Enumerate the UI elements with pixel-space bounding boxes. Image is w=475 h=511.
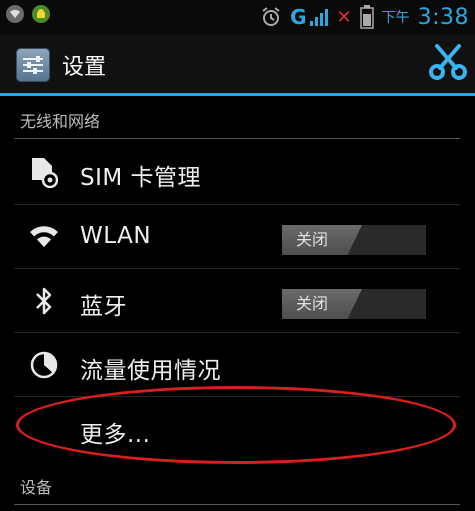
wlan-toggle-state: 关闭	[282, 225, 362, 255]
section-line-wireless	[14, 138, 460, 139]
settings-icon[interactable]	[16, 48, 50, 82]
wlan-label: WLAN	[80, 223, 152, 249]
bluetooth-icon	[28, 285, 60, 317]
signal-icon: G	[290, 5, 328, 29]
data-usage-label: 流量使用情况	[80, 358, 221, 384]
section-line-device	[14, 504, 460, 505]
wifi-status-icon	[6, 5, 24, 23]
action-bar: 设置	[0, 34, 475, 94]
wlan-toggle[interactable]: 关闭	[282, 225, 426, 255]
page-title: 设置	[62, 55, 107, 80]
no-sim-icon: ✕	[336, 6, 352, 28]
bluetooth-toggle[interactable]: 关闭	[282, 289, 426, 319]
battery-icon	[359, 5, 374, 29]
android-icon	[32, 5, 50, 23]
wlan-row[interactable]: WLAN 关闭	[0, 205, 475, 269]
sim-management-row[interactable]: SIM 卡管理	[0, 140, 475, 204]
network-type: G	[290, 5, 307, 29]
scissors-icon[interactable]	[427, 42, 469, 88]
section-header-wireless: 无线和网络	[20, 112, 101, 131]
section-header-device: 设备	[20, 478, 53, 497]
status-ampm: 下午	[381, 10, 410, 26]
sim-card-icon	[28, 156, 60, 188]
highlight-ellipse	[16, 386, 456, 464]
status-bar: G ✕ 下午 3:38	[0, 0, 475, 34]
bluetooth-row[interactable]: 蓝牙 关闭	[0, 269, 475, 333]
sim-management-label: SIM 卡管理	[80, 165, 202, 191]
wifi-icon	[28, 221, 60, 253]
status-right-icons: G ✕ 下午 3:38	[260, 3, 469, 31]
bluetooth-toggle-state: 关闭	[282, 289, 362, 319]
action-bar-divider	[0, 93, 475, 96]
data-usage-icon	[28, 349, 60, 381]
bluetooth-label: 蓝牙	[80, 294, 127, 320]
status-left-icons	[6, 5, 50, 23]
alarm-icon	[262, 7, 280, 26]
status-clock: 3:38	[417, 4, 469, 30]
